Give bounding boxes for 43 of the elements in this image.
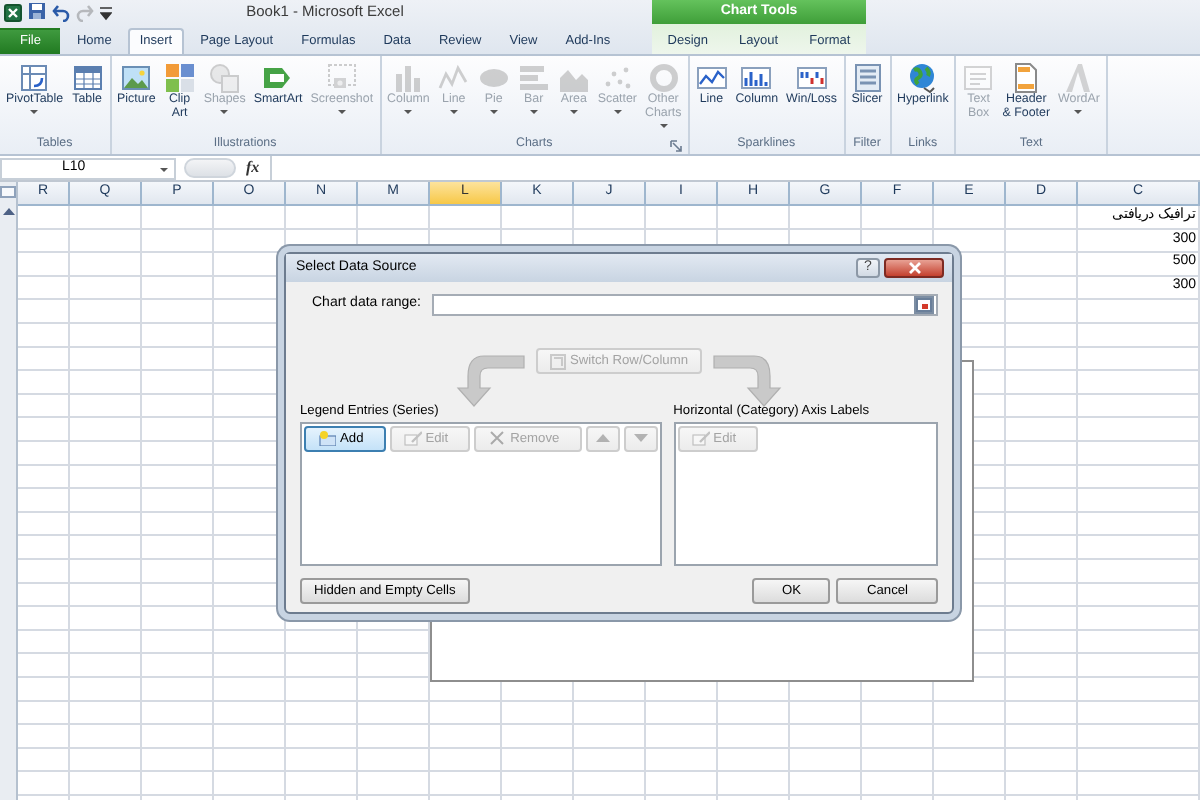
picture-icon — [120, 62, 153, 94]
split-box[interactable] — [0, 186, 16, 198]
pivot-table-icon — [18, 62, 51, 94]
insert-function-button[interactable]: fx — [246, 158, 260, 178]
save-icon[interactable] — [28, 2, 46, 22]
swoosh-icon — [1062, 62, 1095, 94]
donut-chart-icon — [647, 62, 680, 94]
close-icon — [907, 262, 921, 274]
screenshot-icon — [325, 62, 358, 94]
column-sparkline-icon — [740, 62, 773, 94]
bar-chart-icon — [517, 62, 550, 94]
caret-icon — [160, 167, 168, 171]
smartart-icon — [262, 62, 295, 94]
undo-icon[interactable] — [52, 2, 70, 22]
close-button[interactable] — [884, 258, 944, 278]
app-icon — [4, 3, 22, 21]
line-chart-icon — [437, 62, 470, 94]
edit-icon — [691, 430, 710, 447]
down-arrow-icon — [631, 430, 650, 447]
line-sparkline-icon — [695, 62, 728, 94]
shapes-icon — [208, 62, 241, 94]
scatter-chart-icon — [601, 62, 634, 94]
up-arrow-icon — [593, 430, 612, 447]
customize-caret-icon[interactable] — [100, 3, 112, 21]
win-loss-sparkline-icon — [795, 62, 828, 94]
range-select-button[interactable] — [914, 296, 934, 314]
range-input-field[interactable] — [432, 294, 938, 316]
globe-icon — [906, 62, 939, 94]
range-select-icon — [916, 298, 932, 312]
page-icon — [1010, 62, 1043, 94]
edit-icon — [403, 430, 422, 447]
table-icon — [71, 62, 104, 94]
text-box-icon — [962, 62, 995, 94]
slicer-icon — [851, 62, 883, 94]
remove-icon — [488, 430, 507, 447]
vertical-scrollbar[interactable] — [0, 182, 18, 800]
dialog-launcher-icon[interactable] — [669, 140, 682, 152]
scroll-up-arrow-icon[interactable] — [2, 206, 16, 216]
add-icon — [318, 430, 336, 447]
column-chart-icon — [392, 62, 425, 94]
swap-icon — [550, 353, 566, 369]
clip-art-icon — [163, 62, 196, 94]
formula-bar-handle[interactable] — [184, 158, 236, 178]
